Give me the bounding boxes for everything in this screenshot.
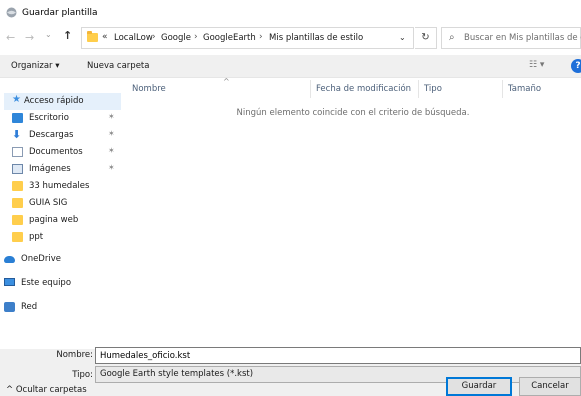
- column-divider[interactable]: [310, 80, 311, 98]
- address-bar[interactable]: « LocalLow › Google › GoogleEarth › Mis …: [81, 27, 414, 49]
- pin-icon[interactable]: ✶: [108, 163, 115, 172]
- cloud-icon: [4, 256, 15, 263]
- organize-button[interactable]: Organizar ▾: [11, 61, 60, 71]
- up-arrow-icon[interactable]: ↑: [63, 29, 72, 42]
- nav-item-descargas[interactable]: ⬇ Descargas ✶: [12, 127, 122, 144]
- nav-item-33-humedales[interactable]: 33 humedales: [12, 178, 122, 195]
- column-header-name[interactable]: Nombre: [132, 84, 166, 94]
- pin-icon[interactable]: ✶: [108, 146, 115, 155]
- nav-item-label: Imágenes: [29, 164, 71, 174]
- breadcrumb-overflow[interactable]: «: [102, 32, 108, 42]
- nav-item-label: Red: [21, 302, 38, 312]
- search-input[interactable]: [464, 28, 581, 48]
- folder-icon: [12, 198, 23, 208]
- breadcrumb-separator[interactable]: ›: [259, 32, 263, 42]
- nav-item-label: Acceso rápido: [24, 96, 84, 106]
- search-icon: ⌕: [449, 32, 455, 43]
- nav-item-label: Documentos: [29, 147, 83, 157]
- images-icon: [12, 164, 23, 174]
- breadcrumb-googleearth[interactable]: GoogleEarth: [203, 33, 256, 43]
- window-title: Guardar plantilla: [22, 8, 98, 18]
- column-header-type[interactable]: Tipo: [424, 84, 442, 94]
- recent-locations-chevron-icon[interactable]: ⌄: [45, 30, 52, 39]
- column-divider[interactable]: [418, 80, 419, 98]
- forward-arrow-icon[interactable]: →: [25, 31, 34, 44]
- back-arrow-icon[interactable]: ←: [6, 31, 15, 44]
- help-icon[interactable]: ?: [571, 59, 581, 73]
- nav-item-documentos[interactable]: Documentos ✶: [12, 144, 122, 161]
- star-icon: ★: [12, 94, 21, 105]
- change-view-button[interactable]: ☷ ▾: [529, 60, 544, 70]
- computer-icon: [4, 278, 15, 286]
- nav-item-label: OneDrive: [21, 254, 61, 264]
- nav-item-quick-access[interactable]: ★ Acceso rápido: [4, 93, 121, 110]
- sort-indicator-icon: ^: [223, 77, 230, 86]
- pin-icon[interactable]: ✶: [108, 112, 115, 121]
- nav-item-guia-sig[interactable]: GUIA SIG: [12, 195, 122, 212]
- nav-item-label: 33 humedales: [29, 181, 90, 191]
- nav-item-este-equipo[interactable]: Este equipo: [4, 275, 114, 292]
- filetype-label: Tipo:: [72, 370, 93, 380]
- breadcrumb-mis-plantillas[interactable]: Mis plantillas de estilo: [269, 33, 363, 43]
- download-icon: ⬇: [12, 128, 22, 141]
- nav-item-imagenes[interactable]: Imágenes ✶: [12, 161, 122, 178]
- desktop-icon: [12, 113, 23, 123]
- nav-item-pagina-web[interactable]: pagina web: [12, 212, 122, 229]
- command-toolbar: Organizar ▾ Nueva carpeta ☷ ▾ ?: [0, 55, 581, 78]
- filename-label: Nombre:: [56, 350, 93, 360]
- folder-icon: [12, 232, 23, 242]
- nav-item-label: Escritorio: [29, 113, 69, 123]
- hide-folders-toggle[interactable]: ^ Ocultar carpetas: [6, 385, 87, 395]
- google-earth-icon: [6, 7, 17, 18]
- pin-icon[interactable]: ✶: [108, 129, 115, 138]
- breadcrumb-locallow[interactable]: LocalLow: [114, 33, 153, 43]
- nav-item-onedrive[interactable]: OneDrive: [4, 251, 114, 268]
- filename-field[interactable]: [95, 347, 581, 364]
- nav-item-escritorio[interactable]: Escritorio ✶: [12, 110, 122, 127]
- breadcrumb-separator[interactable]: ›: [194, 32, 198, 42]
- nav-item-label: pagina web: [29, 215, 79, 225]
- cancel-button[interactable]: Cancelar: [519, 377, 581, 396]
- address-dropdown-chevron-icon[interactable]: ⌄: [399, 33, 406, 42]
- nav-item-label: ppt: [29, 232, 44, 242]
- refresh-icon[interactable]: ↻: [415, 27, 437, 49]
- file-list[interactable]: ^ Nombre Fecha de modificación Tipo Tama…: [125, 77, 581, 348]
- nav-item-label: GUIA SIG: [29, 198, 68, 208]
- column-header-date[interactable]: Fecha de modificación: [316, 84, 411, 94]
- empty-list-message: Ningún elemento coincide con el criterio…: [236, 108, 470, 118]
- breadcrumb-google[interactable]: Google: [161, 33, 191, 43]
- folder-icon: [12, 215, 23, 225]
- title-bar: Guardar plantilla: [0, 0, 581, 26]
- folder-icon: [12, 181, 23, 191]
- nav-item-label: Descargas: [29, 130, 74, 140]
- new-folder-button[interactable]: Nueva carpeta: [87, 61, 149, 71]
- search-box[interactable]: ⌕: [441, 27, 581, 49]
- nav-item-red[interactable]: Red: [4, 299, 114, 316]
- save-button[interactable]: Guardar: [446, 377, 512, 396]
- nav-item-ppt[interactable]: ppt: [12, 229, 122, 246]
- navigation-pane: ★ Acceso rápido Escritorio ✶ ⬇ Descargas…: [0, 80, 125, 348]
- column-header-size[interactable]: Tamaño: [508, 84, 541, 94]
- folder-icon: [87, 31, 98, 42]
- breadcrumb-separator[interactable]: ›: [152, 32, 156, 42]
- documents-icon: [12, 147, 23, 157]
- nav-item-label: Este equipo: [21, 278, 72, 288]
- column-divider[interactable]: [502, 80, 503, 98]
- network-icon: [4, 302, 15, 312]
